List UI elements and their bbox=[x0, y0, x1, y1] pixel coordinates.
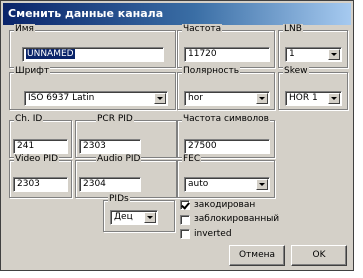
fec-group: FEC auto bbox=[177, 154, 275, 198]
inverted-label: inverted bbox=[194, 229, 232, 239]
chevron-down-icon[interactable] bbox=[256, 179, 268, 190]
pids-value: Дец bbox=[114, 212, 133, 222]
pcr-pid-input[interactable]: 2303 bbox=[79, 139, 141, 154]
skew-group: Skew HOR 1 bbox=[278, 66, 348, 110]
title-bar[interactable]: Сменить данные канала bbox=[3, 3, 351, 25]
symbol-rate-input[interactable]: 27500 bbox=[184, 139, 270, 154]
fec-label: FEC bbox=[182, 154, 202, 165]
symbol-rate-group: Частота символов 27500 bbox=[177, 114, 275, 158]
name-label: Имя bbox=[14, 24, 35, 35]
font-group: Шрифт ISO 6937 Latin bbox=[9, 66, 176, 110]
ok-button[interactable]: OK bbox=[291, 245, 347, 266]
polarity-label: Полярность bbox=[182, 66, 241, 77]
skew-select[interactable]: HOR 1 bbox=[285, 91, 342, 106]
window-title: Сменить данные канала bbox=[8, 7, 164, 20]
chevron-down-icon[interactable] bbox=[256, 93, 268, 104]
polarity-value: hor bbox=[188, 93, 203, 103]
skew-value: HOR 1 bbox=[289, 93, 318, 103]
lnb-label: LNB bbox=[283, 24, 303, 35]
encrypted-checkbox[interactable] bbox=[180, 200, 190, 210]
locked-checkbox[interactable] bbox=[180, 215, 190, 225]
video-pid-group: Video PID 2303 bbox=[9, 154, 72, 198]
polarity-group: Полярность hor bbox=[177, 66, 275, 110]
symbol-rate-value: 27500 bbox=[188, 141, 217, 151]
fec-select[interactable]: auto bbox=[184, 177, 270, 192]
font-value: ISO 6937 Latin bbox=[28, 93, 95, 103]
pcr-pid-label: PCR PID bbox=[96, 114, 134, 125]
chevron-down-icon[interactable] bbox=[144, 212, 156, 223]
ch-id-group: Ch. ID 241 bbox=[9, 114, 72, 158]
fec-value: auto bbox=[188, 179, 209, 189]
symbol-rate-label: Частота символов bbox=[182, 114, 270, 125]
audio-pid-value: 2304 bbox=[83, 179, 106, 189]
audio-pid-input[interactable]: 2304 bbox=[79, 177, 141, 192]
audio-pid-group: Audio PID 2304 bbox=[75, 154, 177, 198]
pcr-pid-group: PCR PID 2303 bbox=[75, 114, 177, 158]
frequency-value: 11720 bbox=[188, 49, 217, 59]
ch-id-value: 241 bbox=[17, 141, 35, 151]
lnb-group: LNB 1 bbox=[278, 24, 348, 68]
name-input[interactable]: UNNAMED bbox=[22, 47, 164, 62]
frequency-label: Частота bbox=[182, 24, 223, 35]
chevron-down-icon[interactable] bbox=[328, 93, 340, 104]
frequency-group: Частота 11720 bbox=[177, 24, 275, 68]
lnb-value: 1 bbox=[289, 49, 295, 59]
pids-group: PIDs Дец bbox=[103, 194, 175, 232]
ch-id-input[interactable]: 241 bbox=[13, 139, 68, 154]
pcr-pid-value: 2303 bbox=[83, 141, 106, 151]
audio-pid-label: Audio PID bbox=[96, 154, 142, 165]
cancel-button[interactable]: Отмена bbox=[229, 245, 285, 266]
video-pid-label: Video PID bbox=[14, 154, 60, 165]
video-pid-input[interactable]: 2303 bbox=[13, 177, 68, 192]
pids-label: PIDs bbox=[108, 194, 130, 205]
dialog-window: Сменить данные канала Имя UNNAMED Частот… bbox=[0, 0, 354, 271]
video-pid-value: 2303 bbox=[17, 179, 40, 189]
chevron-down-icon[interactable] bbox=[328, 49, 340, 60]
skew-label: Skew bbox=[283, 66, 309, 77]
font-select[interactable]: ISO 6937 Latin bbox=[24, 91, 168, 106]
frequency-input[interactable]: 11720 bbox=[184, 47, 270, 62]
inverted-checkbox[interactable] bbox=[180, 229, 190, 239]
name-group: Имя UNNAMED bbox=[9, 24, 176, 68]
pids-select[interactable]: Дец bbox=[110, 210, 158, 225]
chevron-down-icon[interactable] bbox=[154, 93, 166, 104]
font-label: Шрифт bbox=[14, 66, 51, 77]
name-value: UNNAMED bbox=[26, 49, 75, 59]
locked-label: заблокированный bbox=[194, 214, 280, 224]
ch-id-label: Ch. ID bbox=[14, 114, 44, 125]
polarity-select[interactable]: hor bbox=[184, 91, 270, 106]
encrypted-label: закодирован bbox=[194, 200, 256, 210]
lnb-select[interactable]: 1 bbox=[285, 47, 342, 62]
